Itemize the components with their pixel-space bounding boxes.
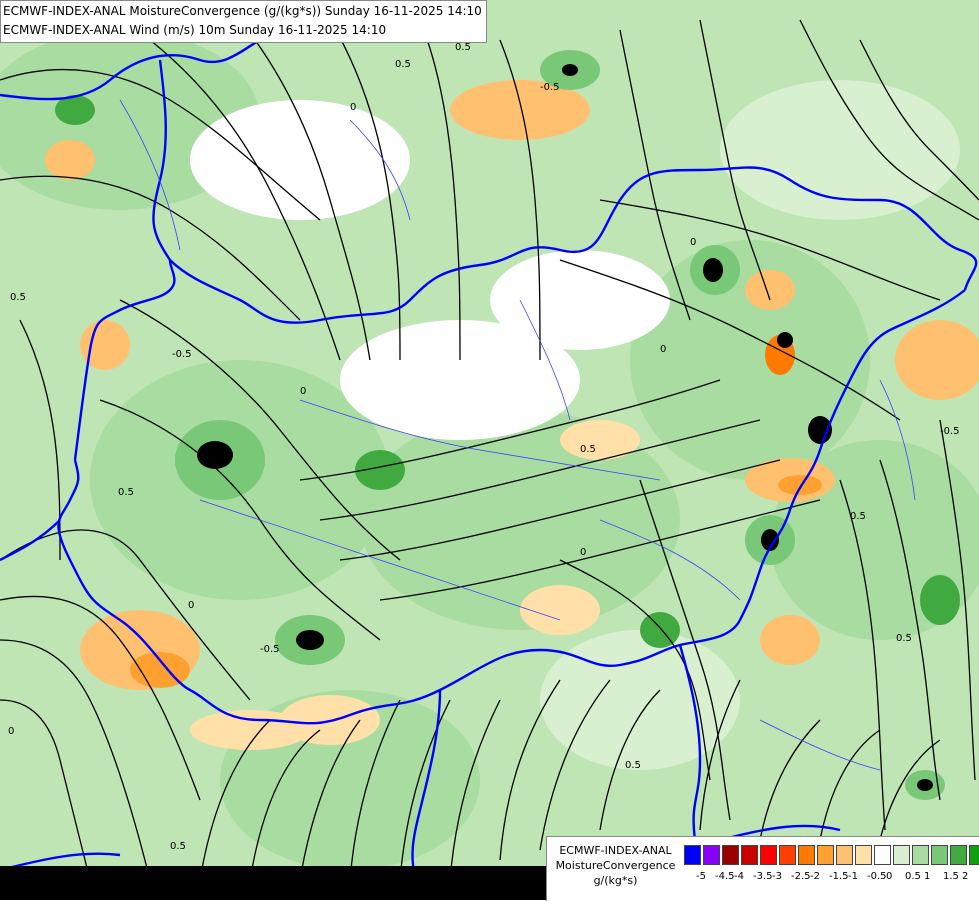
- legend-swatch: [684, 845, 701, 865]
- legend-tick-label: -1.5: [829, 871, 849, 882]
- legend-swatch: [874, 845, 891, 865]
- contour-label: 0.5: [896, 633, 912, 644]
- contour-label: 0.5: [455, 42, 471, 53]
- contour-label: 0: [660, 344, 666, 355]
- legend-tick-label: 0: [886, 871, 893, 882]
- legend-swatches: [684, 845, 979, 865]
- legend-title-line1: ECMWF-INDEX-ANAL: [559, 844, 672, 857]
- contour-label: 0.5: [170, 841, 186, 852]
- no-data-band: [0, 866, 546, 900]
- legend-tick-label: -4.5: [715, 871, 735, 882]
- contour-label: -0.5: [940, 426, 960, 437]
- legend-swatch: [779, 845, 796, 865]
- legend-swatch: [722, 845, 739, 865]
- contour-label: 0: [690, 237, 696, 248]
- contour-label: 0.5: [118, 487, 134, 498]
- legend-swatch: [741, 845, 758, 865]
- legend-swatch: [912, 845, 929, 865]
- legend-title-line2: MoistureConvergence: [555, 859, 676, 872]
- contour-label: 0: [300, 386, 306, 397]
- map-title-box: ECMWF-INDEX-ANAL MoistureConvergence (g/…: [0, 0, 487, 43]
- contour-label: 0.5: [580, 444, 596, 455]
- legend-swatch: [969, 845, 979, 865]
- legend-swatch: [931, 845, 948, 865]
- contour-label: 0: [8, 726, 14, 737]
- legend-tick-label: -2.5: [791, 871, 811, 882]
- title-wind: ECMWF-INDEX-ANAL Wind (m/s) 10m Sunday 1…: [3, 23, 387, 37]
- weather-map: 0.5 -0.5 0 0 0.5 -0.5 0.5 0 0.5 -0.5 0 0…: [0, 0, 979, 900]
- legend-swatch: [893, 845, 910, 865]
- legend-tick-label: -3: [772, 871, 782, 882]
- legend-tick-label: -4: [734, 871, 744, 882]
- contour-label: -0.5: [540, 82, 560, 93]
- contour-label: -0.5: [260, 644, 280, 655]
- legend-tick-label: -5: [696, 871, 706, 882]
- legend-tick-label: 1: [924, 871, 931, 882]
- contour-label: 0.5: [850, 511, 866, 522]
- legend-swatch: [760, 845, 777, 865]
- legend-tick-label: -3.5: [753, 871, 773, 882]
- legend-tick-label: 2: [962, 871, 969, 882]
- legend-tick-label: 1.5: [943, 871, 959, 882]
- contour-label: 0: [188, 600, 194, 611]
- legend-title: ECMWF-INDEX-ANAL MoistureConvergence g/(…: [549, 843, 682, 888]
- legend-tick-label: -2: [810, 871, 820, 882]
- legend-swatch: [855, 845, 872, 865]
- legend-swatch: [836, 845, 853, 865]
- legend-tick-label: 0.5: [905, 871, 921, 882]
- contour-label: 0.5: [10, 292, 26, 303]
- legend-tick-label: -1: [848, 871, 858, 882]
- color-legend: ECMWF-INDEX-ANAL MoistureConvergence g/(…: [546, 836, 979, 901]
- contour-label: 0: [580, 547, 586, 558]
- contour-label: 0.5: [395, 59, 411, 70]
- contour-label: -0.5: [172, 349, 192, 360]
- legend-swatch: [817, 845, 834, 865]
- legend-tick-label: -0.5: [867, 871, 887, 882]
- contour-label: 0: [350, 102, 356, 113]
- legend-unit: g/(kg*s): [593, 874, 638, 887]
- legend-swatch: [703, 845, 720, 865]
- legend-swatch: [798, 845, 815, 865]
- title-moisture-convergence: ECMWF-INDEX-ANAL MoistureConvergence (g/…: [3, 4, 482, 18]
- legend-swatch: [950, 845, 967, 865]
- contour-label: 0.5: [625, 760, 641, 771]
